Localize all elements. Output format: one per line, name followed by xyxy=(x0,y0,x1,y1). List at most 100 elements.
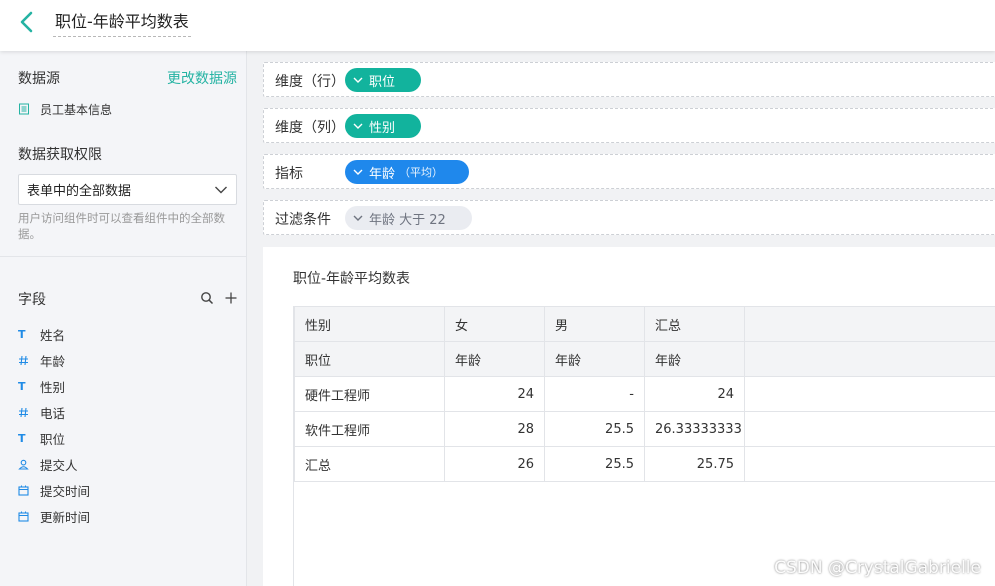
header-cell: 汇总 xyxy=(644,306,745,342)
back-arrow-icon[interactable] xyxy=(14,9,40,35)
header-cell: 女 xyxy=(444,306,545,342)
add-icon[interactable] xyxy=(224,291,238,305)
metric-dropzone[interactable]: 指标 年龄 （平均） xyxy=(263,154,995,189)
field-item-label: 更新时间 xyxy=(40,509,91,525)
change-datasource-link[interactable]: 更改数据源 xyxy=(167,68,237,88)
field-item-label: 提交人 xyxy=(40,457,78,473)
field-item-age[interactable]: 年龄 xyxy=(18,347,90,373)
metric-value: 年龄 xyxy=(369,166,396,182)
row-filler xyxy=(744,376,995,412)
field-item-gender[interactable]: T 性别 xyxy=(18,373,90,399)
filter-label: 过滤条件 xyxy=(275,212,331,228)
column-dimension-value: 性别 xyxy=(369,120,396,136)
report-title[interactable]: 职位-年龄平均数表 xyxy=(53,10,191,37)
field-item-label: 性别 xyxy=(40,379,66,395)
datasource-item-label: 员工基本信息 xyxy=(40,102,113,117)
value-cell: 26 xyxy=(444,446,545,482)
chevron-down-icon xyxy=(353,169,363,175)
number-type-icon xyxy=(18,407,40,418)
header-filler xyxy=(744,306,995,342)
table-row: 软件工程师 28 25.5 26.33333333 xyxy=(294,411,995,447)
text-type-icon: T xyxy=(18,379,26,393)
row-filler xyxy=(744,411,995,447)
permission-select[interactable]: 表单中的全部数据 xyxy=(18,174,237,205)
table-title: 职位-年龄平均数表 xyxy=(293,271,411,287)
chevron-down-icon xyxy=(353,123,363,129)
table-row: 硬件工程师 24 - 24 xyxy=(294,376,995,412)
field-list: T 姓名 年龄 T 性别 电话 T 职位 提交人 提交时间 更新时间 xyxy=(18,321,90,529)
text-type-icon: T xyxy=(18,327,26,341)
permission-title: 数据获取权限 xyxy=(18,147,102,163)
fields-title: 字段 xyxy=(18,292,46,308)
chevron-down-icon xyxy=(353,215,363,221)
value-cell: 26.33333333 xyxy=(644,411,745,447)
metric-pill[interactable]: 年龄 （平均） xyxy=(345,160,469,184)
permission-hint: 用户访问组件时可以查看组件中的全部数据。 xyxy=(18,211,225,241)
filter-pill[interactable]: 年龄 大于 22 xyxy=(345,206,472,230)
value-cell: 25.5 xyxy=(544,411,645,447)
row-label-cell: 汇总 xyxy=(294,446,445,482)
date-type-icon xyxy=(18,485,40,496)
row-dimension-pill[interactable]: 职位 xyxy=(345,68,421,92)
chevron-down-icon xyxy=(215,186,227,194)
text-type-icon: T xyxy=(18,431,26,445)
metric-label: 指标 xyxy=(275,166,303,182)
field-item-submit-time[interactable]: 提交时间 xyxy=(18,477,90,503)
filter-value: 年龄 大于 22 xyxy=(369,212,446,228)
value-cell: 25.75 xyxy=(644,446,745,482)
table-header-row: 职位 年龄 年龄 年龄 xyxy=(294,341,995,377)
column-dimension-dropzone[interactable]: 维度（列） 性别 xyxy=(263,108,995,143)
row-filler xyxy=(744,446,995,482)
field-tools xyxy=(200,291,238,305)
sidebar: 数据源 更改数据源 员工基本信息 数据获取权限 表单中的全部数据 用户访问组件时… xyxy=(0,51,247,586)
header-cell: 年龄 xyxy=(544,341,645,377)
header-cell: 职位 xyxy=(294,341,445,377)
table-row: 汇总 26 25.5 25.75 xyxy=(294,446,995,482)
row-dimension-value: 职位 xyxy=(369,74,396,90)
filter-dropzone[interactable]: 过滤条件 年龄 大于 22 xyxy=(263,200,995,235)
value-cell: 25.5 xyxy=(544,446,645,482)
row-label-cell: 硬件工程师 xyxy=(294,376,445,412)
field-item-label: 姓名 xyxy=(40,327,66,343)
header-cell: 男 xyxy=(544,306,645,342)
field-item-position[interactable]: T 职位 xyxy=(18,425,90,451)
field-item-name[interactable]: T 姓名 xyxy=(18,321,90,347)
field-item-update-time[interactable]: 更新时间 xyxy=(18,503,90,529)
table-preview-panel: 职位-年龄平均数表 性别 女 男 汇总 职位 年龄 年龄 年龄 硬件工程师 24… xyxy=(263,247,995,586)
row-dimension-label: 维度（行） xyxy=(275,74,345,90)
date-type-icon xyxy=(18,511,40,522)
field-item-label: 年龄 xyxy=(40,353,66,369)
field-item-label: 电话 xyxy=(40,405,66,421)
metric-aggregation: （平均） xyxy=(399,166,444,179)
field-item-submitter[interactable]: 提交人 xyxy=(18,451,90,477)
header-cell: 性别 xyxy=(294,306,445,342)
datasource-item[interactable]: 员工基本信息 xyxy=(18,101,112,117)
permission-select-value: 表单中的全部数据 xyxy=(27,184,132,199)
column-dimension-label: 维度（列） xyxy=(275,120,345,136)
field-item-phone[interactable]: 电话 xyxy=(18,399,90,425)
number-type-icon xyxy=(18,355,40,366)
value-cell: - xyxy=(544,376,645,412)
pivot-table: 性别 女 男 汇总 职位 年龄 年龄 年龄 硬件工程师 24 - 24 软件工程… xyxy=(294,306,995,482)
watermark: CSDN @CrystalGabrielle xyxy=(774,558,981,578)
value-cell: 24 xyxy=(444,376,545,412)
user-type-icon xyxy=(18,459,40,470)
column-dimension-pill[interactable]: 性别 xyxy=(345,114,421,138)
row-dimension-dropzone[interactable]: 维度（行） 职位 xyxy=(263,62,995,97)
row-label-cell: 软件工程师 xyxy=(294,411,445,447)
top-header: 职位-年龄平均数表 xyxy=(0,0,995,51)
pivot-table-wrapper: 性别 女 男 汇总 职位 年龄 年龄 年龄 硬件工程师 24 - 24 软件工程… xyxy=(293,306,995,586)
chevron-down-icon xyxy=(353,77,363,83)
main-area: 维度（行） 职位 维度（列） 性别 指标 年龄 （平均） 过滤条件 年龄 大于 … xyxy=(248,51,995,586)
field-item-label: 职位 xyxy=(40,431,66,447)
table-header-row: 性别 女 男 汇总 xyxy=(294,306,995,342)
datasource-title: 数据源 xyxy=(18,71,60,87)
header-filler xyxy=(744,341,995,377)
header-cell: 年龄 xyxy=(644,341,745,377)
form-icon xyxy=(19,103,29,115)
field-item-label: 提交时间 xyxy=(40,483,91,499)
sidebar-divider xyxy=(0,256,247,257)
header-cell: 年龄 xyxy=(444,341,545,377)
search-icon[interactable] xyxy=(200,291,214,305)
value-cell: 24 xyxy=(644,376,745,412)
